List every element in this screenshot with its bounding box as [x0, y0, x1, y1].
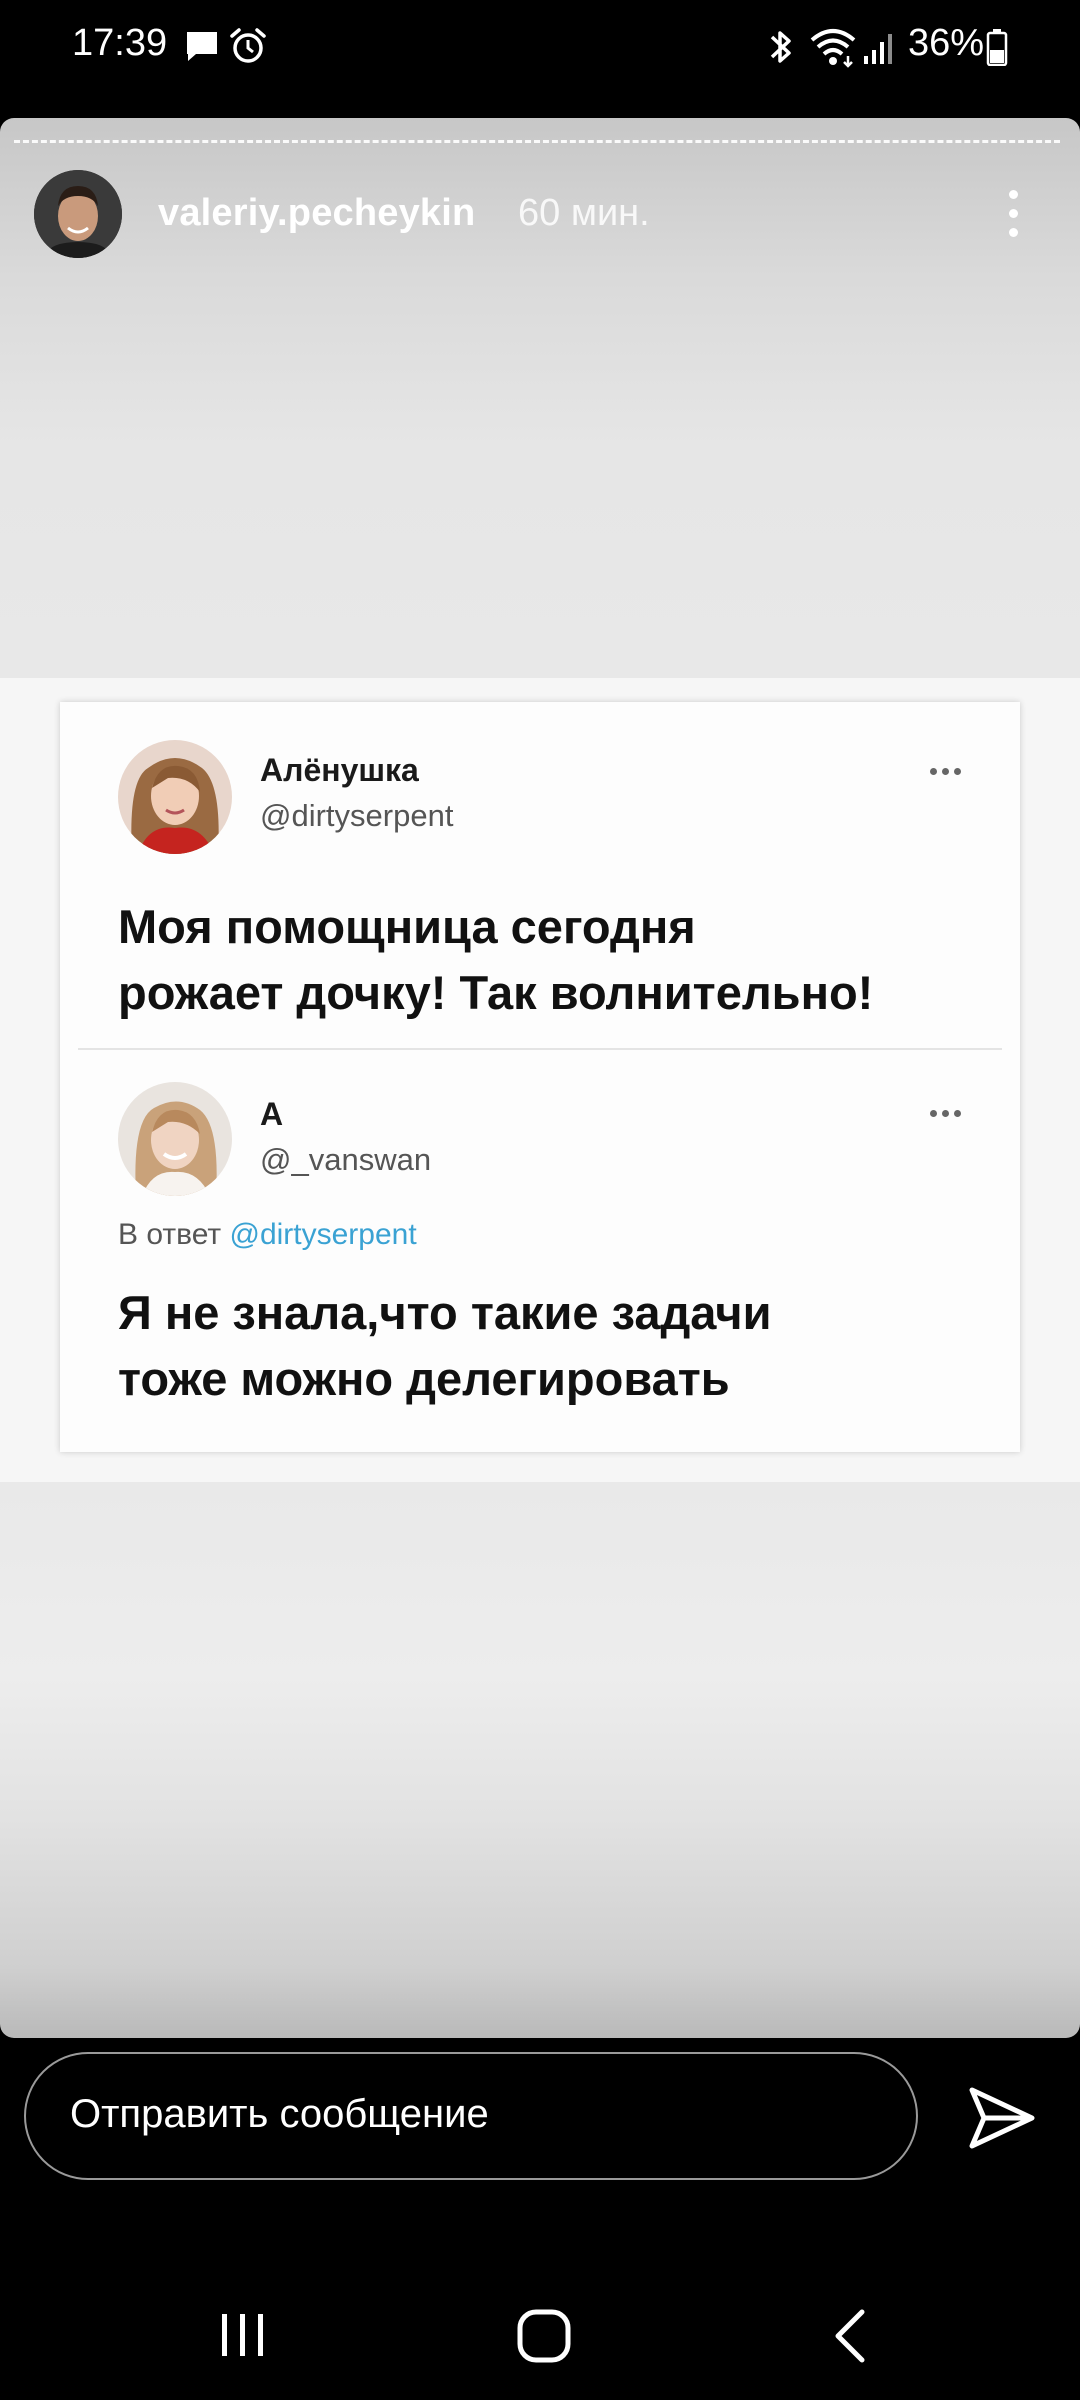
signal-icon	[864, 34, 892, 64]
story-header: valeriy.pecheykin 60 мин.	[0, 168, 1080, 288]
home-icon[interactable]	[514, 2306, 574, 2366]
tweet-text: Я не знала,что такие задачи тоже можно д…	[118, 1280, 998, 1412]
bluetooth-icon	[770, 31, 791, 63]
tweet-text-line: Моя помощница сегодня	[118, 900, 696, 953]
tweet-avatar	[118, 740, 232, 854]
story-image: Алёнушка @dirtyserpent Моя помощница сег…	[0, 678, 1080, 1482]
tweet-text-line: Я не знала,что такие задачи	[118, 1286, 772, 1339]
wifi-icon	[810, 29, 856, 68]
tweet-text: Моя помощница сегодня рожает дочку! Так …	[118, 894, 998, 1026]
more-horizontal-icon	[930, 1110, 970, 1120]
more-vertical-icon[interactable]	[995, 174, 1031, 254]
tweet-author-name: A	[260, 1096, 284, 1132]
tweet-text-line: тоже можно делегировать	[118, 1352, 730, 1405]
user-avatar[interactable]	[34, 170, 122, 258]
status-bar: 17:39 36%	[0, 0, 1080, 100]
reply-prefix: В ответ	[118, 1218, 222, 1251]
message-placeholder: Отправить сообщение	[70, 2092, 489, 2136]
tweet-avatar	[118, 1082, 232, 1196]
story-timestamp: 60 мин.	[518, 192, 650, 234]
battery-percentage: 36%	[908, 22, 985, 64]
message-input[interactable]: Отправить сообщение	[24, 2052, 918, 2180]
send-icon[interactable]	[964, 2080, 1040, 2156]
battery-icon	[986, 29, 1008, 66]
tweet-author-name: Алёнушка	[260, 752, 419, 788]
tweet-text-line: рожает дочку! Так волнительно!	[118, 966, 874, 1019]
story-viewer[interactable]: valeriy.pecheykin 60 мин. Алёнушка @dirt…	[0, 118, 1080, 2038]
alarm-icon	[230, 28, 266, 63]
reply-mention: @dirtyserpent	[229, 1218, 417, 1251]
tweet-divider	[78, 1048, 1002, 1050]
story-progress-bar	[14, 140, 1060, 143]
navigation-bar	[0, 2270, 1080, 2400]
more-horizontal-icon	[930, 768, 970, 778]
recents-icon[interactable]	[216, 2308, 270, 2362]
story-username[interactable]: valeriy.pecheykin	[158, 192, 475, 235]
back-icon[interactable]	[824, 2306, 878, 2366]
tweet-card: Алёнушка @dirtyserpent Моя помощница сег…	[60, 702, 1020, 1452]
status-time: 17:39	[72, 22, 168, 64]
reply-to-line: В ответ @dirtyserpent	[118, 1218, 417, 1252]
screen: 17:39 36% valeriy.pecheykin 60 мин. Алён…	[0, 0, 1080, 2400]
message-icon	[187, 32, 217, 61]
tweet-author-handle: @_vanswan	[260, 1142, 432, 1177]
tweet-author-handle: @dirtyserpent	[260, 798, 454, 833]
